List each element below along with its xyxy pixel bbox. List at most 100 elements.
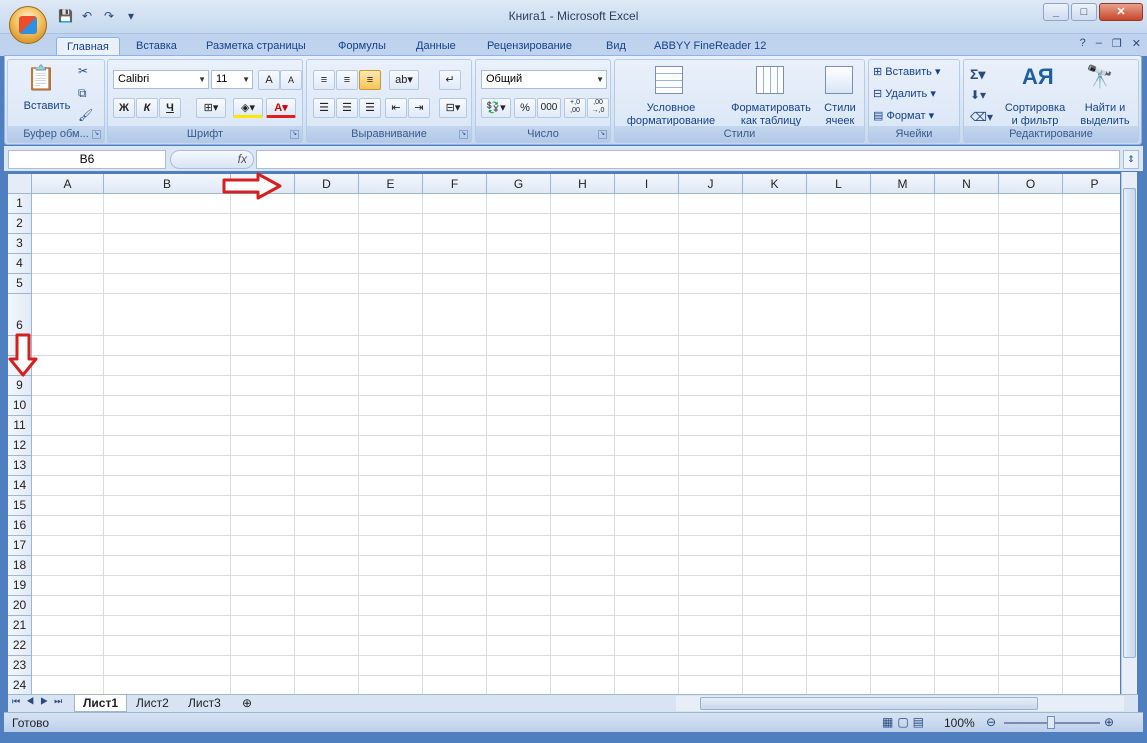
sheet-tab-3[interactable]: Лист3: [180, 695, 229, 712]
delete-cells-button[interactable]: ⊟ Удалить ▾: [873, 88, 936, 101]
tab-review[interactable]: Рецензирование: [477, 37, 582, 56]
cell-styles-button[interactable]: Стили ячеек: [817, 102, 863, 128]
close-button[interactable]: ✕: [1099, 3, 1143, 21]
sort-filter-icon[interactable]: AЯ: [1022, 64, 1054, 90]
zoom-in-icon[interactable]: ⊕: [1104, 715, 1114, 729]
insert-cells-button[interactable]: ⊞ Вставить ▾: [873, 66, 941, 79]
format-as-table-icon[interactable]: [756, 66, 784, 94]
percent-button[interactable]: %: [514, 98, 536, 118]
column-header-E[interactable]: E: [359, 174, 423, 194]
column-header-M[interactable]: M: [871, 174, 935, 194]
row-header-21[interactable]: 21: [8, 616, 32, 636]
wb-restore-icon[interactable]: ❐: [1112, 37, 1122, 50]
column-header-K[interactable]: K: [743, 174, 807, 194]
autosum-icon[interactable]: Σ▾: [970, 66, 985, 83]
paste-button[interactable]: Вставить: [12, 100, 82, 113]
align-center-button[interactable]: ☰: [336, 98, 358, 118]
clear-icon[interactable]: ⌫▾: [970, 110, 993, 124]
zoom-out-icon[interactable]: ⊖: [986, 715, 996, 729]
formula-input[interactable]: [256, 150, 1120, 169]
shrink-font-button[interactable]: A: [280, 70, 302, 90]
row-header-14[interactable]: 14: [8, 476, 32, 496]
row-header-18[interactable]: 18: [8, 556, 32, 576]
orientation-button[interactable]: ab▾: [389, 70, 419, 90]
find-select-icon[interactable]: 🔭: [1086, 64, 1113, 90]
sheet-tab-2[interactable]: Лист2: [128, 695, 177, 712]
row-header-15[interactable]: 15: [8, 496, 32, 516]
row-header-9[interactable]: 9: [8, 376, 32, 396]
increase-indent-button[interactable]: ⇥: [408, 98, 430, 118]
vertical-scrollbar[interactable]: [1121, 172, 1137, 694]
font-color-button[interactable]: A▾: [266, 98, 296, 118]
tab-home[interactable]: Главная: [56, 37, 120, 56]
row-header-2[interactable]: 2: [8, 214, 32, 234]
underline-button[interactable]: Ч: [159, 98, 181, 118]
font-name-select[interactable]: Calibri ▼: [113, 70, 209, 89]
column-header-A[interactable]: A: [32, 174, 104, 194]
horizontal-scrollbar[interactable]: [676, 696, 1124, 711]
align-left-button[interactable]: ☰: [313, 98, 335, 118]
row-header-17[interactable]: 17: [8, 536, 32, 556]
select-all-corner[interactable]: [8, 174, 32, 194]
expand-formula-bar-icon[interactable]: ⇕: [1123, 150, 1139, 169]
row-header-5[interactable]: 5: [8, 274, 32, 294]
row-header-23[interactable]: 23: [8, 656, 32, 676]
font-size-select[interactable]: 11 ▼: [211, 70, 253, 89]
column-header-J[interactable]: J: [679, 174, 743, 194]
worksheet-grid[interactable]: ABCDEFGHIJKLMNOP 12345678910111213141516…: [8, 174, 1120, 694]
thousands-button[interactable]: 000: [537, 98, 561, 118]
tab-view[interactable]: Вид: [596, 37, 636, 56]
insert-function-button[interactable]: fx: [170, 150, 254, 169]
copy-icon[interactable]: ⧉: [78, 86, 87, 101]
font-launcher-icon[interactable]: ↘: [290, 130, 299, 139]
align-bottom-button[interactable]: ≡: [359, 70, 381, 90]
minimize-button[interactable]: _: [1043, 3, 1069, 21]
zoom-level[interactable]: 100%: [944, 716, 975, 730]
insert-sheet-icon[interactable]: ⊕: [234, 695, 260, 712]
conditional-formatting-button[interactable]: Условное форматирование: [617, 102, 725, 128]
column-header-P[interactable]: P: [1063, 174, 1120, 194]
fill-icon[interactable]: ⬇▾: [970, 88, 986, 102]
name-box[interactable]: B6: [8, 150, 166, 169]
row-header-12[interactable]: 12: [8, 436, 32, 456]
column-header-O[interactable]: O: [999, 174, 1063, 194]
sheet-tab-1[interactable]: Лист1: [74, 695, 128, 712]
bold-button[interactable]: Ж: [113, 98, 135, 118]
tab-insert[interactable]: Вставка: [126, 37, 187, 56]
alignment-launcher-icon[interactable]: ↘: [459, 130, 468, 139]
tab-page-layout[interactable]: Разметка страницы: [196, 37, 316, 56]
cell-styles-icon[interactable]: [825, 66, 853, 94]
align-middle-button[interactable]: ≡: [336, 70, 358, 90]
row-header-11[interactable]: 11: [8, 416, 32, 436]
align-top-button[interactable]: ≡: [313, 70, 335, 90]
row-header-22[interactable]: 22: [8, 636, 32, 656]
vertical-scroll-thumb[interactable]: [1123, 188, 1136, 658]
row-header-6[interactable]: 6: [8, 294, 32, 336]
paste-icon[interactable]: 📋: [26, 64, 56, 96]
sheet-nav-arrows-icon[interactable]: ⏮◀▶⏭: [12, 696, 68, 707]
number-launcher-icon[interactable]: ↘: [598, 130, 607, 139]
row-header-3[interactable]: 3: [8, 234, 32, 254]
align-right-button[interactable]: ☰: [359, 98, 381, 118]
column-header-B[interactable]: B: [104, 174, 231, 194]
row-header-20[interactable]: 20: [8, 596, 32, 616]
decrease-indent-button[interactable]: ⇤: [385, 98, 407, 118]
merge-center-button[interactable]: ⊟▾: [439, 98, 467, 118]
cut-icon[interactable]: ✂: [78, 64, 88, 78]
conditional-formatting-icon[interactable]: [655, 66, 683, 94]
format-painter-icon[interactable]: 🖌: [78, 108, 93, 122]
italic-button[interactable]: К: [136, 98, 158, 118]
zoom-slider-thumb[interactable]: [1047, 716, 1055, 729]
increase-decimal-button[interactable]: +,0 ,00: [564, 98, 586, 118]
column-header-L[interactable]: L: [807, 174, 871, 194]
decrease-decimal-button[interactable]: ,00 →,0: [587, 98, 609, 118]
row-header-19[interactable]: 19: [8, 576, 32, 596]
column-header-I[interactable]: I: [615, 174, 679, 194]
currency-button[interactable]: 💱▾: [481, 98, 511, 118]
office-button[interactable]: [9, 6, 47, 44]
tab-data[interactable]: Данные: [406, 37, 466, 56]
maximize-button[interactable]: □: [1071, 3, 1097, 21]
row-header-10[interactable]: 10: [8, 396, 32, 416]
clipboard-launcher-icon[interactable]: ↘: [92, 130, 101, 139]
horizontal-scroll-thumb[interactable]: [700, 697, 1038, 710]
